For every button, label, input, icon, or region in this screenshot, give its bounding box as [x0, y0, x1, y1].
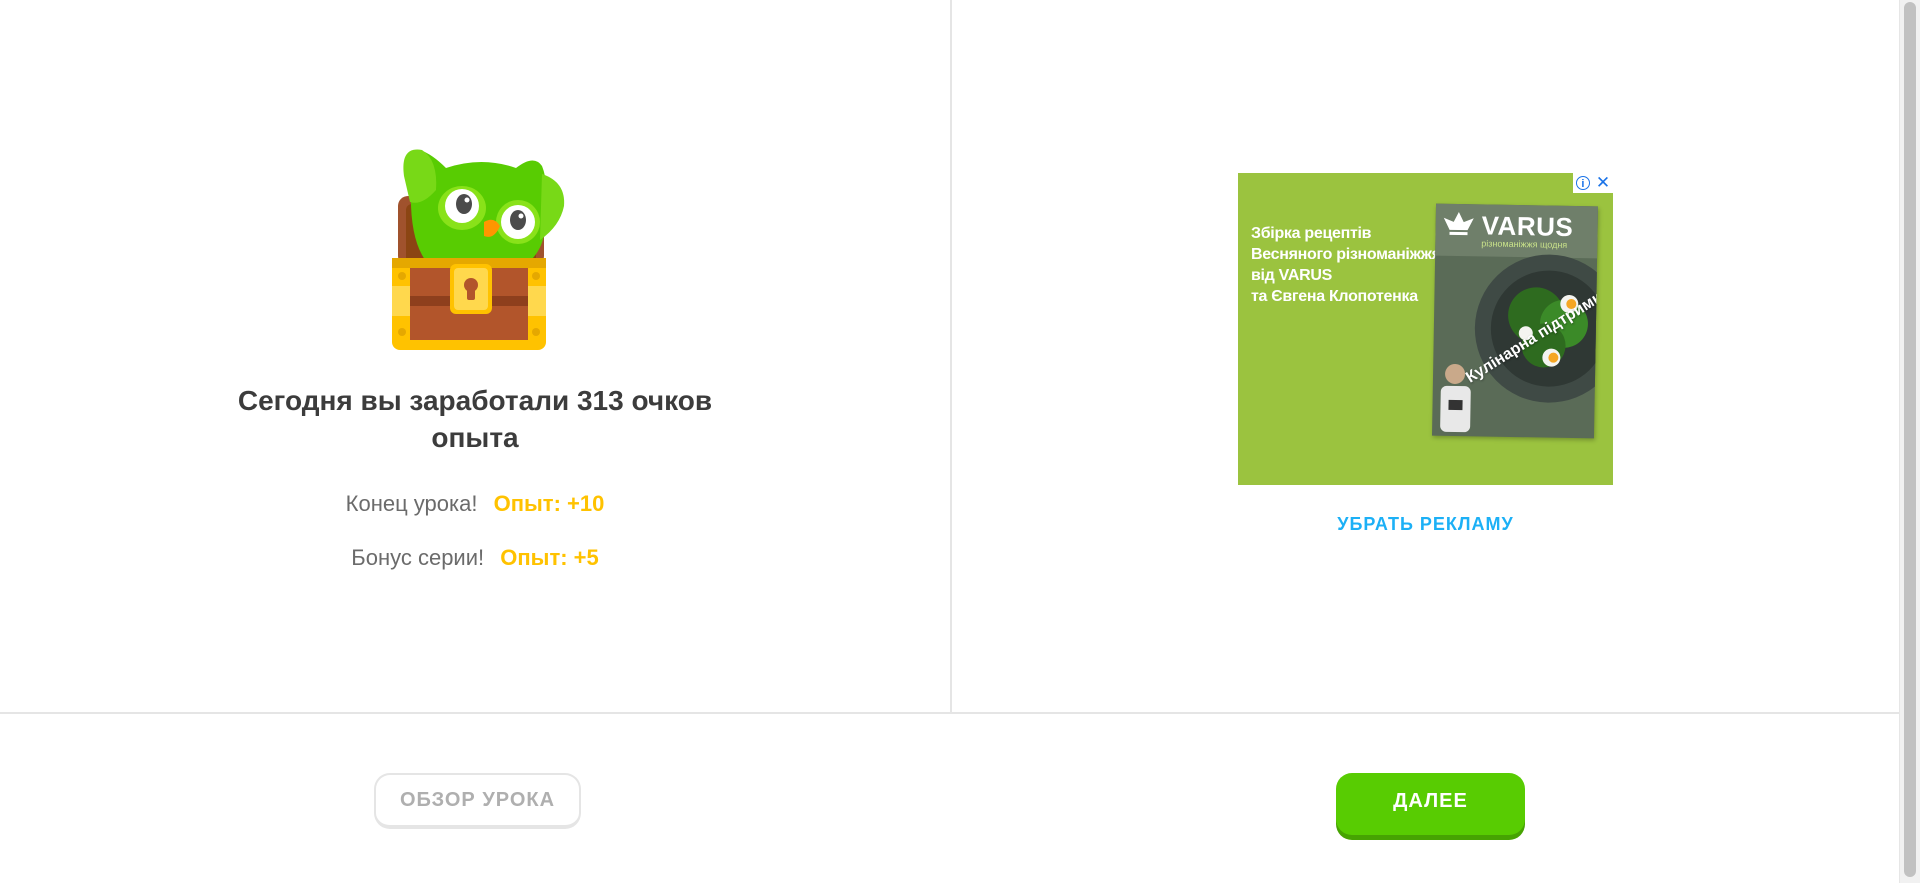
xp-headline: Сегодня вы заработали 313 очков опыта [237, 385, 713, 453]
owl-treasure-chest-icon [392, 146, 572, 352]
xp-row-label: Конец урока! [345, 491, 478, 516]
ad-magazine-cover: VARUS різноманіжжя щодня Кулінарна підтр… [1431, 203, 1599, 439]
panel-divider [950, 0, 952, 712]
ad-text-line: Весняного різноманіжжя [1251, 246, 1441, 263]
review-lesson-button[interactable]: ОБЗОР УРОКА [374, 773, 581, 829]
advertisement-banner[interactable]: i ✕ Збірка рецептів Весняного різноманіж… [1238, 173, 1613, 485]
ad-brand-sub: різноманіжжя щодня [1481, 238, 1568, 250]
lesson-summary-content: Сегодня вы заработали 313 очков опыта Ко… [0, 0, 1899, 714]
xp-row-value: Опыт: +10 [493, 491, 605, 516]
ad-text-line: від VARUS [1251, 267, 1333, 284]
info-icon[interactable]: i [1575, 176, 1590, 190]
varus-logo-icon [1443, 212, 1474, 236]
ad-headline: Збірка рецептів Весняного різноманіжжя в… [1251, 223, 1441, 307]
remove-ads-link[interactable]: УБРАТЬ РЕКЛАМУ [1238, 514, 1613, 535]
scrollbar-thumb[interactable] [1904, 2, 1916, 877]
ad-choices: i ✕ [1573, 173, 1613, 193]
lesson-complete-page: Сегодня вы заработали 313 очков опыта Ко… [0, 0, 1920, 883]
xp-row-lesson-end: Конец урока! Опыт: +10 [205, 491, 745, 517]
xp-row-label: Бонус серии! [351, 545, 485, 570]
ad-text-line: Збірка рецептів [1251, 225, 1372, 242]
xp-row-value: Опыт: +5 [500, 545, 599, 570]
close-icon[interactable]: ✕ [1596, 174, 1610, 192]
vertical-scrollbar[interactable] [1899, 0, 1920, 883]
continue-button[interactable]: ДАЛЕЕ [1336, 773, 1525, 835]
xp-row-streak-bonus: Бонус серии! Опыт: +5 [205, 545, 745, 571]
ad-text-line: та Євгена Клопотенка [1251, 288, 1418, 305]
